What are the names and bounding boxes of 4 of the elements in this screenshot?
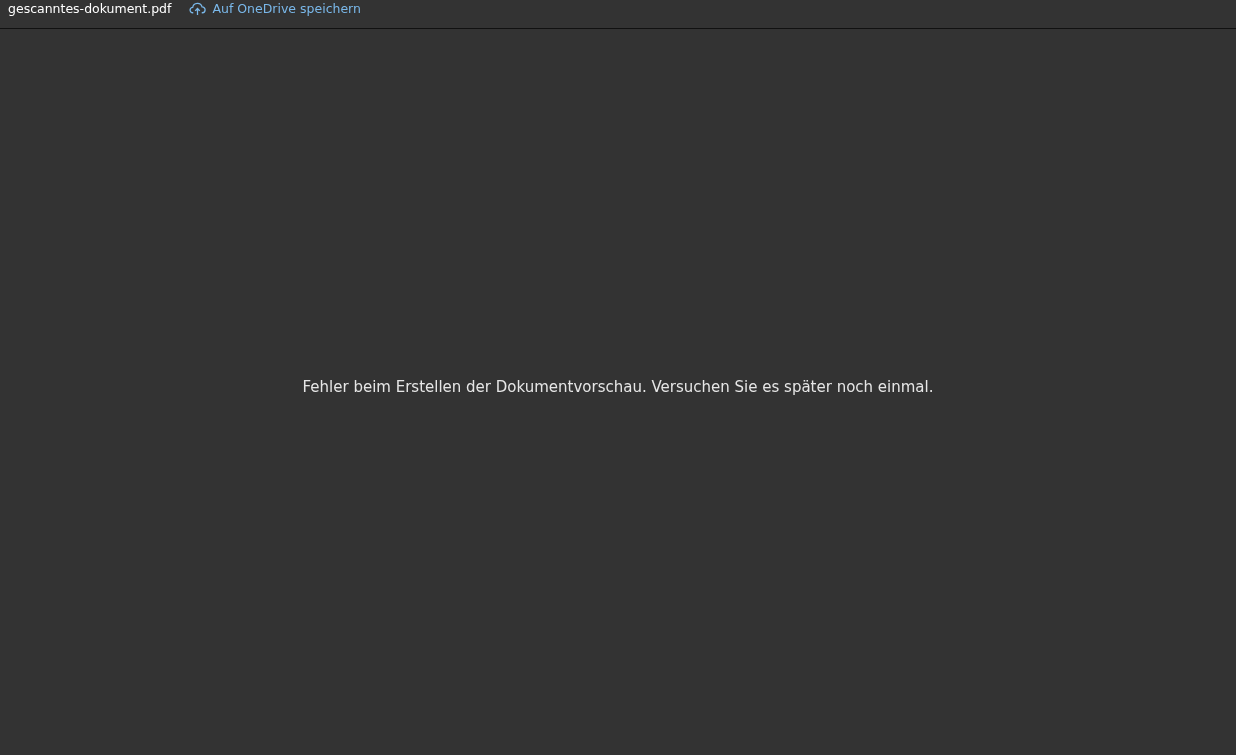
file-name: gescanntes-dokument.pdf xyxy=(8,0,172,17)
error-message: Fehler beim Erstellen der Dokumentvorschau. Versuchen Sie es später noch einmal. xyxy=(302,378,934,396)
cloud-upload-icon xyxy=(189,1,207,16)
save-to-cloud-link[interactable]: Auf OneDrive speichern xyxy=(189,0,361,17)
